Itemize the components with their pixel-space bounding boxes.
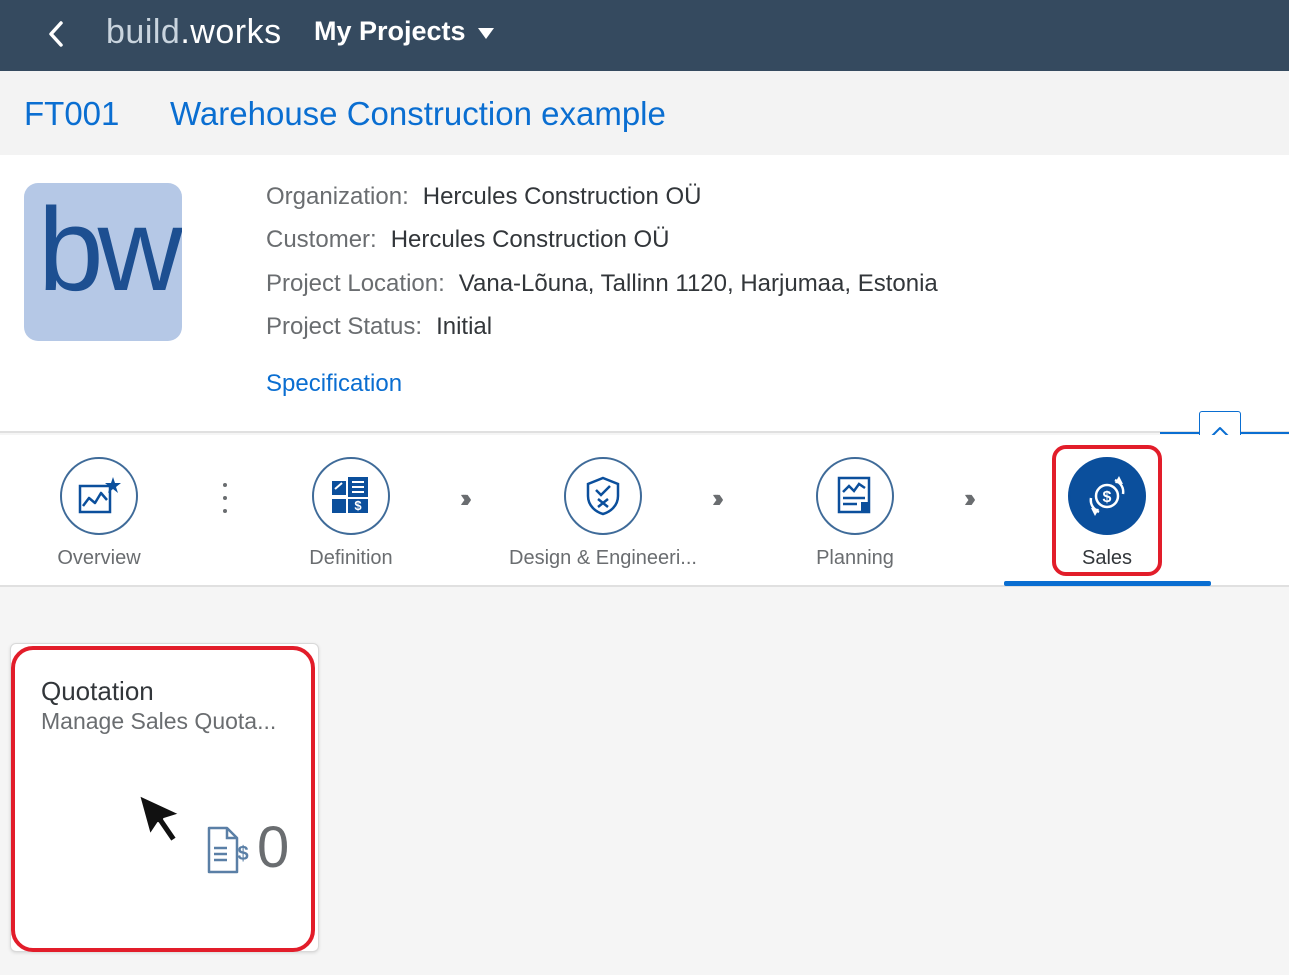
chart-star-icon [78, 477, 121, 514]
tile-title: Quotation [41, 676, 154, 706]
step-overview-circle [60, 457, 138, 535]
app-title: My Projects [314, 16, 466, 46]
selected-tab-indicator [1004, 581, 1211, 586]
back-button[interactable] [38, 14, 74, 54]
chevrons-right-icon: ››› [712, 483, 724, 513]
attribute-value: Hercules Construction OÜ [422, 183, 702, 210]
attribute-organization: Organization: Hercules Construction OÜ [266, 183, 702, 211]
app-title-menu[interactable]: My Projects [314, 16, 494, 47]
step-design-circle [564, 457, 642, 535]
step-sales[interactable]: $ Sales [997, 457, 1217, 570]
attribute-value: Hercules Construction OÜ [390, 226, 670, 253]
logo-text: bw [38, 184, 182, 316]
process-flow: Overview $ Definition ››› Design & Engin… [0, 435, 1289, 587]
brand-part-2: .works [180, 13, 282, 51]
document-chart-icon [837, 476, 871, 514]
mouse-cursor-icon [136, 792, 192, 853]
step-planning[interactable]: Planning [745, 457, 965, 570]
attribute-label: Project Location: [266, 270, 445, 297]
brand-part-1: build [106, 13, 181, 51]
chevrons-right-icon: ››› [460, 483, 472, 513]
step-definition-circle: $ [312, 457, 390, 535]
step-planning-circle [816, 457, 894, 535]
object-header: FT001 Warehouse Construction example [0, 71, 1289, 155]
chevron-left-icon [49, 21, 63, 47]
svg-text:$: $ [1103, 489, 1112, 506]
dollar-exchange-icon: $ [1089, 476, 1125, 516]
specification-link[interactable]: Specification [266, 370, 402, 398]
step-design-engineering[interactable]: Design & Engineeri... [493, 457, 713, 570]
step-definition[interactable]: $ Definition [241, 457, 461, 570]
svg-text:$: $ [354, 498, 362, 513]
svg-text:$: $ [237, 843, 248, 865]
step-label: Sales [1081, 547, 1133, 569]
attribute-label: Customer: [266, 226, 377, 253]
step-overview[interactable]: Overview [0, 457, 209, 570]
project-id: FT001 [24, 95, 120, 132]
attribute-location: Project Location: Vana-Lõuna, Tallinn 11… [266, 270, 938, 298]
more-vertical-icon[interactable] [221, 483, 229, 513]
shield-check-icon [586, 476, 620, 516]
tile-count: 0 [257, 815, 290, 880]
step-label: Planning [816, 547, 894, 569]
project-name: Warehouse Construction example [170, 95, 666, 132]
step-label: Definition [309, 547, 393, 569]
project-logo: bw [24, 183, 182, 341]
attribute-value: Initial [436, 313, 493, 340]
caret-down-icon [477, 27, 494, 39]
header-content: bw Organization: Hercules Construction O… [0, 155, 1289, 434]
app-logo[interactable]: build.works [106, 13, 282, 52]
step-label: Design & Engineeri... [509, 547, 697, 569]
shell-bar: build.works My Projects [0, 0, 1289, 71]
step-sales-circle: $ [1068, 457, 1146, 535]
attribute-value: Vana-Lõuna, Tallinn 1120, Harjumaa, Esto… [458, 270, 938, 297]
sales-document-icon: $ [205, 824, 251, 881]
tile-subtitle: Manage Sales Quota... [41, 708, 277, 734]
checklist-dollar-icon: $ [332, 477, 368, 513]
chevrons-right-icon: ››› [964, 483, 976, 513]
attribute-label: Project Status: [266, 313, 423, 340]
step-label: Overview [57, 547, 141, 569]
attribute-customer: Customer: Hercules Construction OÜ [266, 226, 669, 254]
attribute-status: Project Status: Initial [266, 313, 492, 341]
attribute-label: Organization: [266, 183, 409, 210]
